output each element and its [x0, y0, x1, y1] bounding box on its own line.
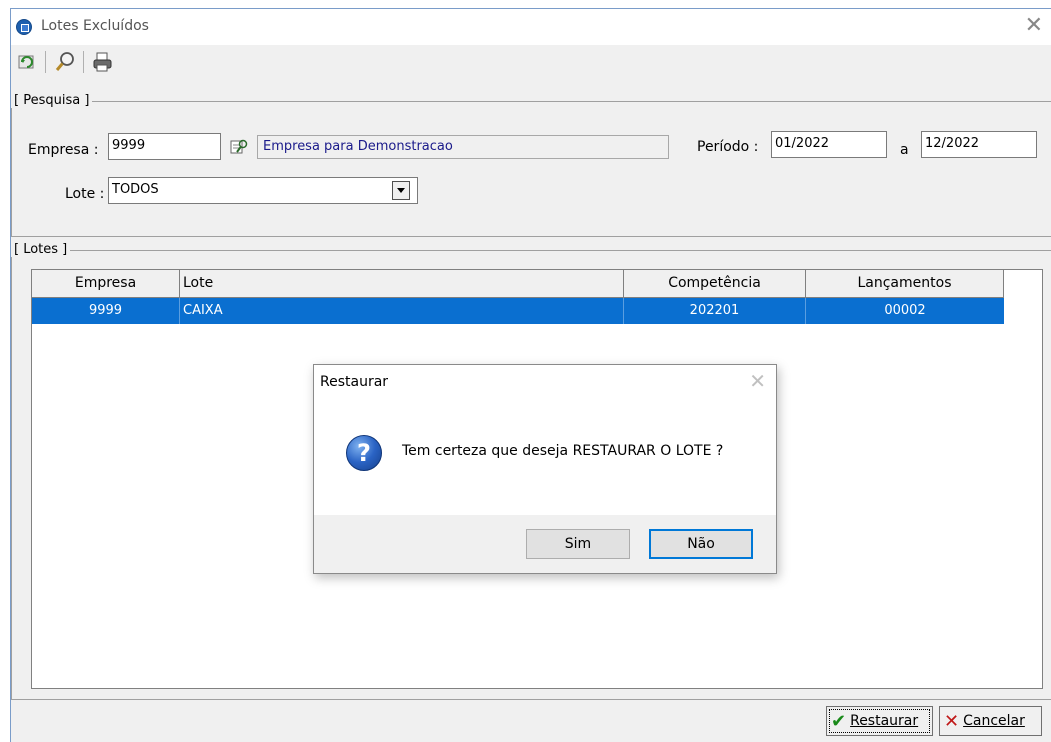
lote-select-value: TODOS: [112, 182, 159, 197]
lotes-group-label: [ Lotes ]: [11, 242, 71, 257]
column-header-empresa[interactable]: Empresa: [32, 270, 180, 298]
dialog-close-icon[interactable]: ✕: [749, 369, 766, 393]
empresa-name-field: Empresa para Demonstracao: [257, 135, 669, 159]
periodo-from-input[interactable]: 01/2022: [771, 131, 887, 158]
toolbar: [11, 45, 1051, 79]
app-icon: [16, 19, 32, 35]
pesquisa-group: [11, 101, 1051, 237]
cancel-button[interactable]: ✕ Cancelar: [939, 706, 1042, 736]
column-header-lote[interactable]: Lote: [180, 270, 624, 298]
confirm-dialog: Restaurar ✕ ? Tem certeza que deseja RES…: [313, 364, 777, 574]
cell-competencia: 202201: [624, 298, 806, 324]
window-title: Lotes Excluídos: [41, 18, 149, 34]
search-icon[interactable]: [53, 50, 77, 74]
toolbar-separator: [83, 51, 84, 73]
cancel-button-label: Cancelar: [963, 713, 1025, 729]
no-button[interactable]: Não: [649, 529, 753, 559]
periodo-label: Período :: [697, 139, 759, 155]
lote-select[interactable]: TODOS: [108, 177, 418, 204]
table-row[interactable]: 9999 CAIXA 202201 00002: [32, 298, 1004, 324]
lookup-icon[interactable]: [229, 137, 249, 157]
cross-icon: ✕: [944, 710, 960, 732]
title-bar: Lotes Excluídos ✕: [11, 9, 1051, 45]
table-header: Empresa Lote Competência Lançamentos: [32, 270, 1004, 298]
refresh-icon[interactable]: [15, 50, 39, 74]
chevron-down-icon[interactable]: [392, 181, 410, 200]
toolbar-separator: [45, 51, 46, 73]
main-window: Lotes Excluídos ✕ [ Pesquisa] Empresa:…: [10, 8, 1051, 742]
lote-label: Lote :: [65, 186, 105, 202]
close-icon[interactable]: ✕: [1025, 13, 1043, 39]
column-header-competencia[interactable]: Competência: [624, 270, 806, 298]
dialog-title: Restaurar: [320, 374, 389, 390]
cell-empresa: 9999: [32, 298, 180, 324]
question-icon: ?: [346, 435, 382, 471]
cell-lote: CAIXA: [180, 298, 624, 324]
periodo-to-input[interactable]: 12/2022: [921, 131, 1037, 158]
yes-button[interactable]: Sim: [526, 529, 630, 559]
restore-button-label: Restaurar: [850, 713, 919, 729]
column-header-lancamentos[interactable]: Lançamentos: [806, 270, 1004, 298]
dialog-footer: Sim Não: [314, 515, 776, 573]
checkmark-icon: ✔: [831, 710, 847, 732]
empresa-input[interactable]: 9999: [108, 133, 221, 160]
empresa-label: Empresa :: [28, 142, 99, 158]
cell-lancamentos: 00002: [884, 303, 926, 318]
restore-button[interactable]: ✔ Restaurar: [826, 706, 933, 736]
pesquisa-group-label: [ Pesquisa ]: [11, 93, 93, 108]
dialog-message: Tem certeza que deseja RESTAURAR O LOTE …: [402, 443, 724, 459]
periodo-separator: a: [900, 142, 909, 158]
print-icon[interactable]: [91, 50, 115, 74]
